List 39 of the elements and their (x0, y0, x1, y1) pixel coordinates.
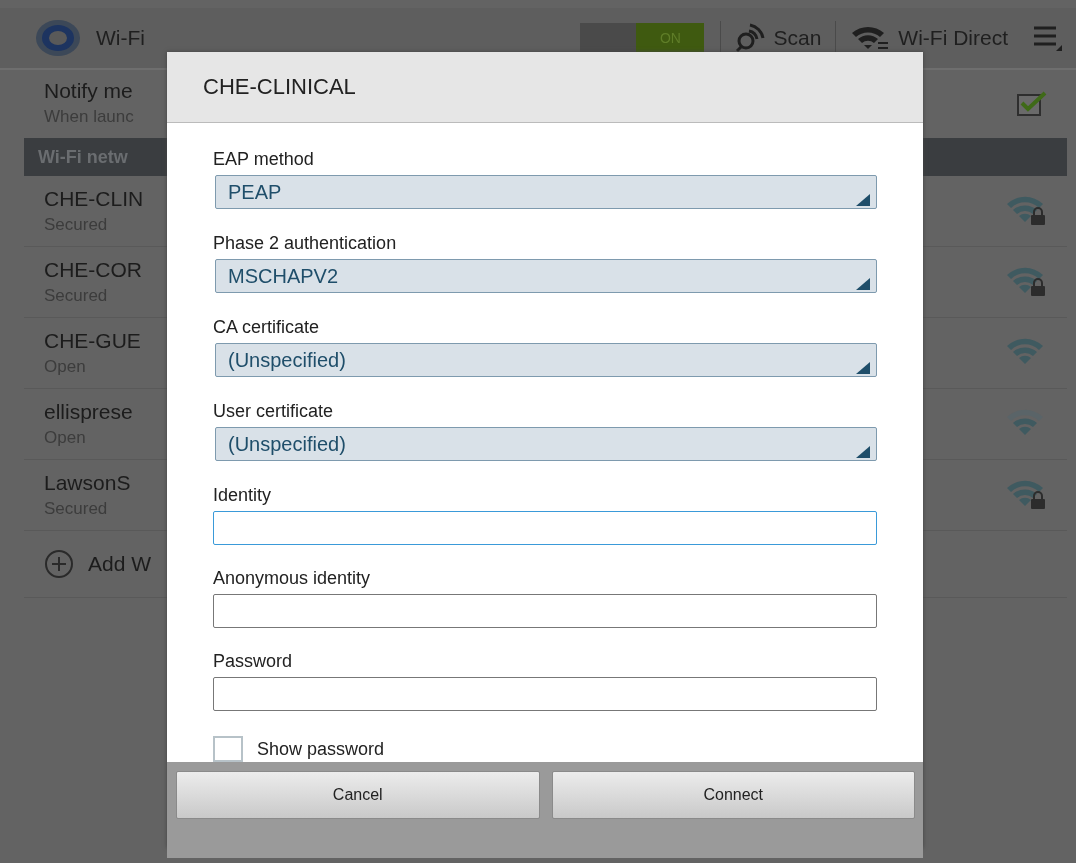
screen-title: Wi-Fi (96, 26, 146, 50)
cancel-button[interactable]: Cancel (176, 771, 540, 819)
dropdown-arrow-icon (856, 194, 870, 206)
dropdown-arrow-icon (856, 446, 870, 458)
field-label: Anonymous identity (213, 568, 372, 589)
text-field[interactable] (213, 511, 877, 545)
network-name: CHE-GUE (44, 329, 141, 353)
field-label: EAP method (213, 149, 315, 170)
checkbox[interactable] (1017, 90, 1047, 116)
wifi-direct-icon (850, 25, 891, 51)
field-label: Phase 2 authentication (213, 233, 398, 254)
network-name: ellisprese (44, 400, 133, 424)
locked-wifi-icon (1005, 196, 1047, 226)
field-label: CA certificate (213, 317, 321, 338)
dropdown[interactable]: MSCHAPV2 (215, 259, 877, 293)
locked-wifi-icon (1005, 480, 1047, 510)
network-name: LawsonS (44, 471, 131, 495)
dropdown-arrow-icon (856, 278, 870, 290)
field-label: User certificate (213, 401, 335, 422)
text-field[interactable] (213, 594, 877, 628)
network-name: CHE-CLIN (44, 187, 144, 211)
text-field[interactable] (213, 677, 877, 711)
gear-icon (34, 18, 82, 58)
checkbox-label: Show password (257, 738, 385, 760)
checkbox[interactable] (213, 736, 243, 762)
network-name: CHE-COR (44, 258, 142, 282)
search-icon (735, 23, 766, 53)
field-label: Identity (213, 485, 273, 506)
dropdown[interactable]: (Unspecified) (215, 343, 877, 377)
connect-button[interactable]: Connect (551, 771, 915, 819)
dialog-title: CHE-CLINICAL (167, 52, 923, 123)
field-label: Password (213, 651, 294, 672)
locked-wifi-icon (1005, 267, 1047, 297)
dropdown[interactable]: PEAP (215, 175, 877, 209)
dropdown-arrow-icon (856, 362, 870, 374)
add-icon (44, 549, 74, 579)
notify-title: Notify me (44, 79, 134, 103)
menu-icon[interactable] (1034, 25, 1062, 51)
dropdown[interactable]: (Unspecified) (215, 427, 877, 461)
